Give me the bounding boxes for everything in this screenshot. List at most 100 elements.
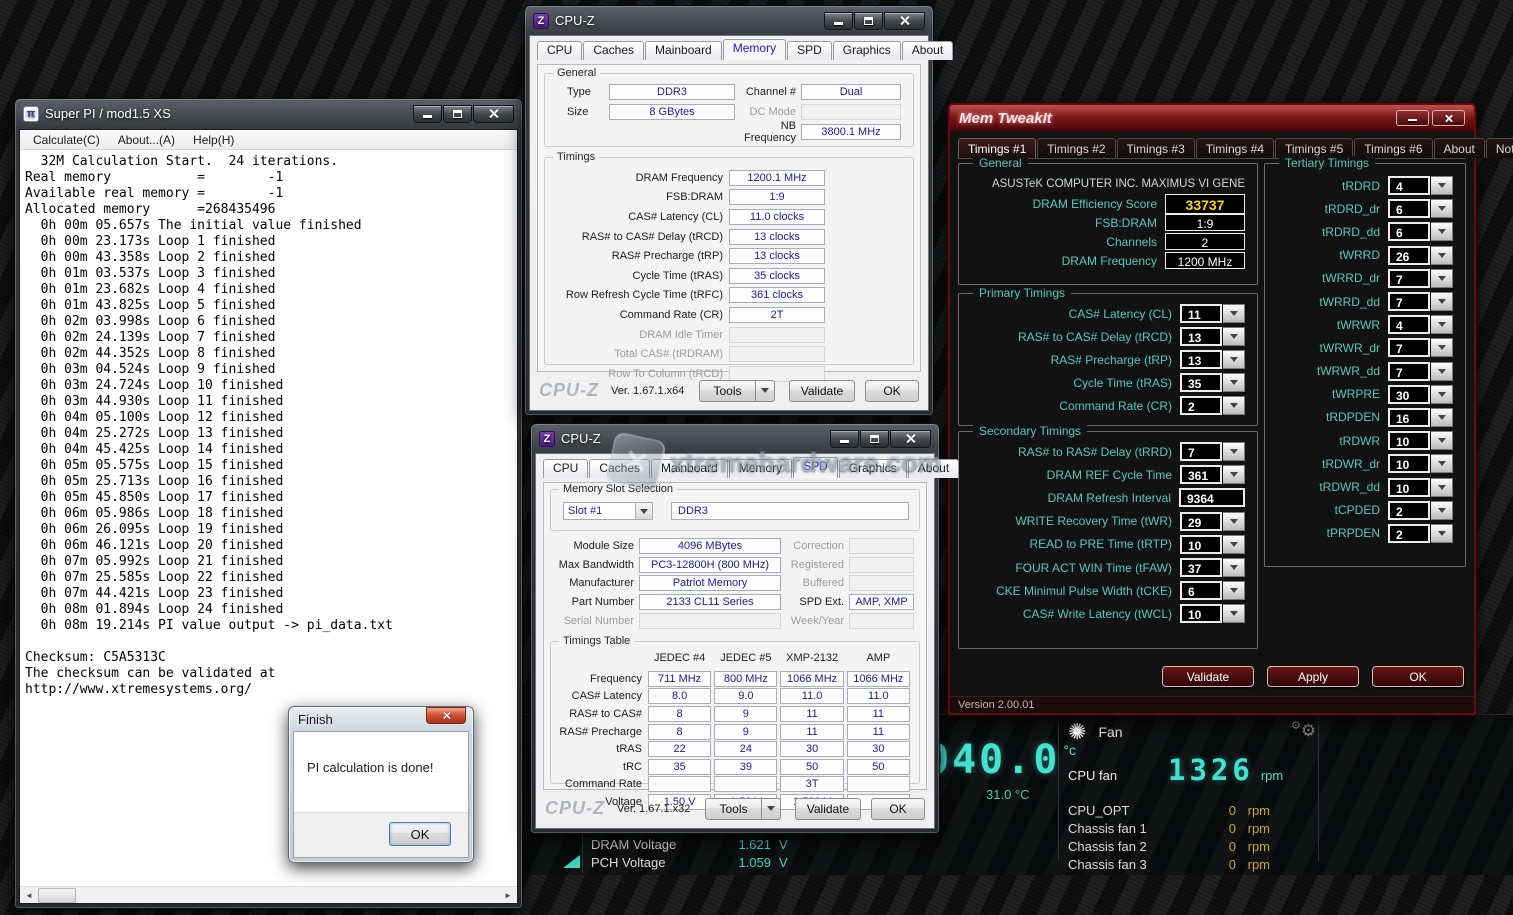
tools-dropdown-button[interactable] (756, 380, 775, 402)
memtweakit-tab[interactable]: Timings #6 (1354, 138, 1432, 158)
mt-timing-select[interactable]: 10 (1180, 535, 1245, 554)
mt-timing-select[interactable]: 10 (1180, 604, 1245, 623)
scroll-left-arrow-icon[interactable]: ◄ (21, 888, 37, 903)
dropdown-arrow-button[interactable] (1431, 454, 1453, 473)
dropdown-arrow-button[interactable] (1431, 222, 1453, 241)
mt-timing-select[interactable]: 2 (1180, 396, 1245, 415)
apply-button[interactable]: Apply (1267, 666, 1359, 687)
dropdown-arrow-button[interactable] (1223, 442, 1245, 461)
maximize-button[interactable] (854, 12, 883, 30)
mt-timing-select[interactable]: 26 (1388, 246, 1453, 265)
dropdown-arrow-button[interactable] (1223, 604, 1245, 623)
mt-timing-select[interactable]: 7 (1388, 362, 1453, 381)
dropdown-arrow-button[interactable] (1431, 362, 1453, 381)
mt-timing-select[interactable]: 10 (1388, 454, 1453, 473)
mt-timing-select[interactable]: 2 (1388, 524, 1453, 543)
dropdown-arrow-button[interactable] (1223, 327, 1245, 346)
menu-item[interactable]: Calculate(C) (24, 131, 109, 149)
dropdown-arrow-button[interactable] (1431, 338, 1453, 357)
cpuz-tab[interactable]: About (908, 459, 959, 478)
minimize-button[interactable] (824, 12, 853, 30)
cpuz-tab[interactable]: CPU (543, 459, 588, 478)
mt-timing-select[interactable]: 10 (1388, 431, 1453, 450)
memtweakit-tab[interactable]: Timings #3 (1117, 138, 1195, 158)
tools-dropdown-button[interactable] (762, 798, 781, 820)
cpuz-tab[interactable]: Graphics (839, 459, 907, 478)
mt-timing-select[interactable]: 4 (1388, 315, 1453, 334)
close-button[interactable] (473, 105, 514, 123)
cpuz-tab[interactable]: Caches (583, 41, 644, 60)
dropdown-arrow-button[interactable] (1431, 315, 1453, 334)
mt-timing-select[interactable]: 16 (1388, 408, 1453, 427)
dropdown-arrow-button[interactable] (1431, 385, 1453, 404)
scroll-right-arrow-icon[interactable]: ► (500, 888, 516, 903)
cpuz-tab[interactable]: Graphics (833, 41, 901, 60)
tools-button[interactable]: Tools (699, 380, 756, 402)
mt-timing-select[interactable]: 13 (1180, 350, 1245, 369)
memtweakit-tab[interactable]: Notice (1486, 138, 1513, 158)
cpuz-tab[interactable]: Mainboard (645, 41, 722, 60)
menu-item[interactable]: About...(A) (109, 131, 184, 149)
mt-timing-select[interactable]: 9364 (1179, 488, 1245, 507)
dropdown-arrow-button[interactable] (1431, 431, 1453, 450)
slot-select[interactable]: Slot #1 (563, 502, 653, 520)
close-button[interactable] (890, 430, 931, 448)
cpuz-tab[interactable]: Memory (729, 459, 792, 478)
close-button[interactable] (1432, 110, 1465, 126)
cpuz-tab[interactable]: SPD (793, 457, 838, 478)
dropdown-arrow-button[interactable] (1431, 408, 1453, 427)
combo-dropdown-button[interactable] (635, 503, 652, 519)
mt-timing-select[interactable]: 7 (1388, 292, 1453, 311)
mt-timing-select[interactable]: 37 (1180, 558, 1245, 577)
dropdown-arrow-button[interactable] (1223, 465, 1245, 484)
ok-button[interactable]: OK (865, 380, 919, 402)
cpuz-tab[interactable]: CPU (537, 41, 582, 60)
dropdown-arrow-button[interactable] (1431, 478, 1453, 497)
dropdown-arrow-button[interactable] (1223, 350, 1245, 369)
dropdown-arrow-button[interactable] (1223, 512, 1245, 531)
mt-timing-select[interactable]: 29 (1180, 512, 1245, 531)
dropdown-arrow-button[interactable] (1431, 246, 1453, 265)
cpuz-titlebar[interactable]: CPU-Z (531, 424, 939, 453)
menu-item[interactable]: Help(H) (184, 131, 243, 149)
close-button[interactable] (426, 707, 466, 724)
dropdown-arrow-button[interactable] (1223, 558, 1245, 577)
cpuz-tab[interactable]: Mainboard (651, 459, 728, 478)
dropdown-arrow-button[interactable] (1223, 304, 1245, 323)
validate-button[interactable]: Validate (1162, 666, 1254, 687)
dropdown-arrow-button[interactable] (1223, 373, 1245, 392)
dropdown-arrow-button[interactable] (1431, 501, 1453, 520)
mt-timing-select[interactable]: 10 (1388, 478, 1453, 497)
cpuz-tab[interactable]: Memory (723, 39, 786, 60)
tools-button[interactable]: Tools (705, 798, 762, 820)
maximize-button[interactable] (860, 430, 889, 448)
minimize-button[interactable] (830, 430, 859, 448)
dropdown-arrow-button[interactable] (1431, 199, 1453, 218)
mt-timing-select[interactable]: 6 (1388, 199, 1453, 218)
mt-timing-select[interactable]: 30 (1388, 385, 1453, 404)
mt-timing-select[interactable]: 6 (1180, 581, 1245, 600)
memtweakit-tab[interactable]: Timings #2 (1037, 138, 1115, 158)
dropdown-arrow-button[interactable] (1431, 176, 1453, 195)
mt-timing-select[interactable]: 11 (1180, 304, 1245, 323)
scrollbar-thumb[interactable] (38, 888, 76, 903)
mt-timing-select[interactable]: 361 (1180, 465, 1245, 484)
maximize-button[interactable] (443, 105, 472, 123)
close-button[interactable] (884, 12, 925, 30)
dropdown-arrow-button[interactable] (1223, 581, 1245, 600)
dropdown-arrow-button[interactable] (1223, 535, 1245, 554)
validate-button[interactable]: Validate (789, 380, 855, 402)
memtweakit-tab[interactable]: Timings #1 (958, 138, 1036, 158)
minimize-button[interactable] (413, 105, 442, 123)
ok-button[interactable]: OK (1372, 666, 1464, 687)
mt-timing-select[interactable]: 4 (1388, 176, 1453, 195)
mt-timing-select[interactable]: 35 (1180, 373, 1245, 392)
memtweakit-tab[interactable]: Timings #5 (1275, 138, 1353, 158)
mt-timing-select[interactable]: 6 (1388, 222, 1453, 241)
dropdown-arrow-button[interactable] (1431, 269, 1453, 288)
cpuz-tab[interactable]: SPD (787, 41, 832, 60)
dropdown-arrow-button[interactable] (1223, 396, 1245, 415)
dropdown-arrow-button[interactable] (1431, 524, 1453, 543)
settings-gears-icon[interactable] (1291, 719, 1316, 741)
mt-timing-select[interactable]: 7 (1388, 269, 1453, 288)
